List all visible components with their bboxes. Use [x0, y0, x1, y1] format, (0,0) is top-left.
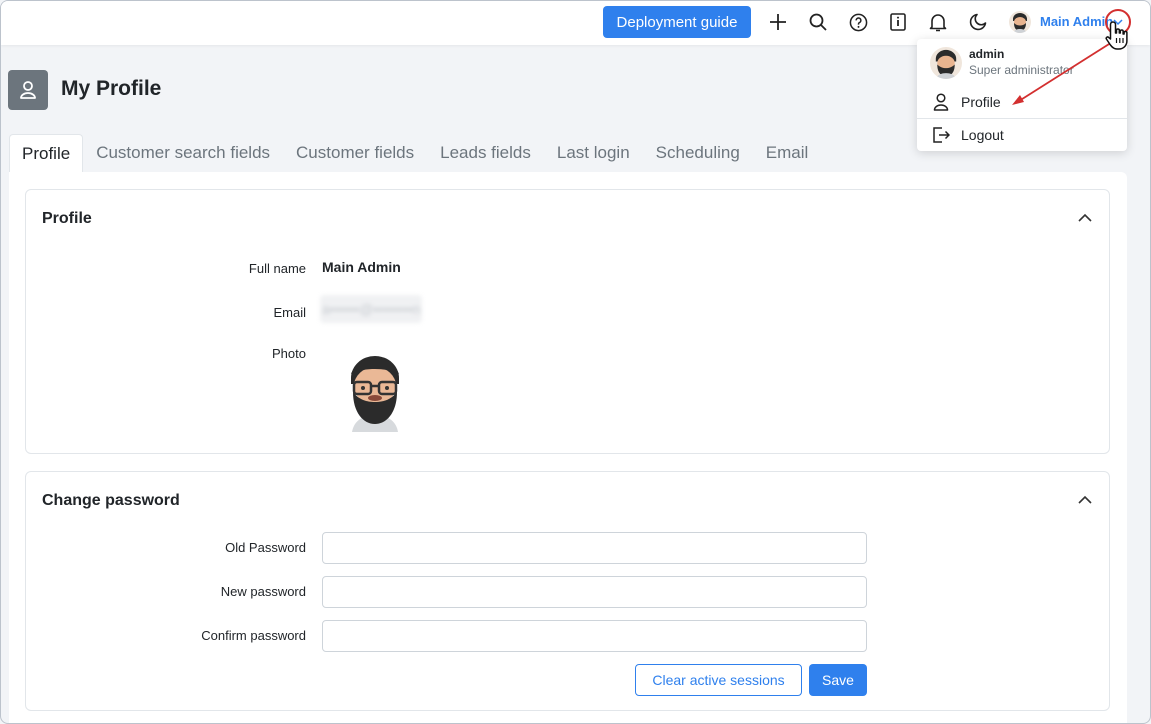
dropdown-divider [917, 118, 1127, 119]
full-name-value: Main Admin [322, 259, 401, 275]
save-button[interactable]: Save [809, 664, 867, 696]
profile-photo [338, 346, 412, 438]
dropdown-item-logout[interactable]: Logout [917, 120, 1127, 150]
profile-card: Profile Full name Main Admin Email a••••… [25, 189, 1110, 454]
dropdown-logout-label: Logout [961, 127, 1004, 143]
tab-customer-search-fields[interactable]: Customer search fields [83, 134, 283, 172]
profile-tabs: Profile Customer search fields Customer … [9, 134, 821, 172]
chevron-up-icon[interactable] [1077, 210, 1093, 226]
confirm-password-input[interactable] [322, 620, 867, 652]
tab-scheduling[interactable]: Scheduling [643, 134, 753, 172]
photo-label: Photo [272, 346, 306, 361]
old-password-input[interactable] [322, 532, 867, 564]
tab-email[interactable]: Email [753, 134, 822, 172]
clear-active-sessions-button[interactable]: Clear active sessions [635, 664, 802, 696]
new-password-input[interactable] [322, 576, 867, 608]
tab-last-login[interactable]: Last login [544, 134, 643, 172]
avatar[interactable] [1009, 11, 1031, 33]
email-label: Email [273, 305, 306, 320]
dropdown-item-profile[interactable]: Profile [917, 87, 1127, 117]
confirm-password-label: Confirm password [201, 628, 306, 643]
tab-leads-fields[interactable]: Leads fields [427, 134, 544, 172]
new-password-label: New password [220, 584, 306, 599]
full-name-label: Full name [248, 261, 306, 276]
plus-icon[interactable] [766, 10, 790, 34]
deployment-guide-button[interactable]: Deployment guide [603, 6, 751, 38]
dropdown-profile-label: Profile [961, 94, 1001, 110]
old-password-label: Old Password [225, 540, 306, 555]
change-password-card: Change password Old Password New passwor… [25, 471, 1110, 711]
user-menu-name[interactable]: Main Admin [1040, 14, 1113, 29]
dropdown-role: Super administrator [969, 63, 1074, 77]
profile-card-title: Profile [42, 210, 92, 227]
help-icon[interactable] [846, 10, 870, 34]
info-icon[interactable] [886, 10, 910, 34]
tab-customer-fields[interactable]: Customer fields [283, 134, 427, 172]
user-dropdown-menu: admin Super administrator Profile Logout [917, 39, 1127, 151]
logout-icon [932, 126, 950, 144]
bell-icon[interactable] [926, 10, 950, 34]
chevron-up-icon[interactable] [1077, 492, 1093, 508]
change-password-title: Change password [42, 492, 180, 509]
tab-content: Profile Full name Main Admin Email a••••… [9, 172, 1127, 723]
tab-profile[interactable]: Profile [9, 134, 84, 172]
moon-icon[interactable] [966, 10, 990, 34]
dropdown-username: admin [969, 47, 1005, 61]
hand-cursor-icon [1104, 19, 1134, 51]
page-title: My Profile [61, 77, 162, 100]
avatar [930, 47, 962, 79]
app-window: Deployment guide Main Admin My Profile P… [0, 0, 1151, 724]
user-icon [932, 93, 950, 111]
search-icon[interactable] [806, 10, 830, 34]
email-value: a••••••@••••••••n [320, 295, 423, 323]
profile-page-icon [8, 70, 48, 110]
